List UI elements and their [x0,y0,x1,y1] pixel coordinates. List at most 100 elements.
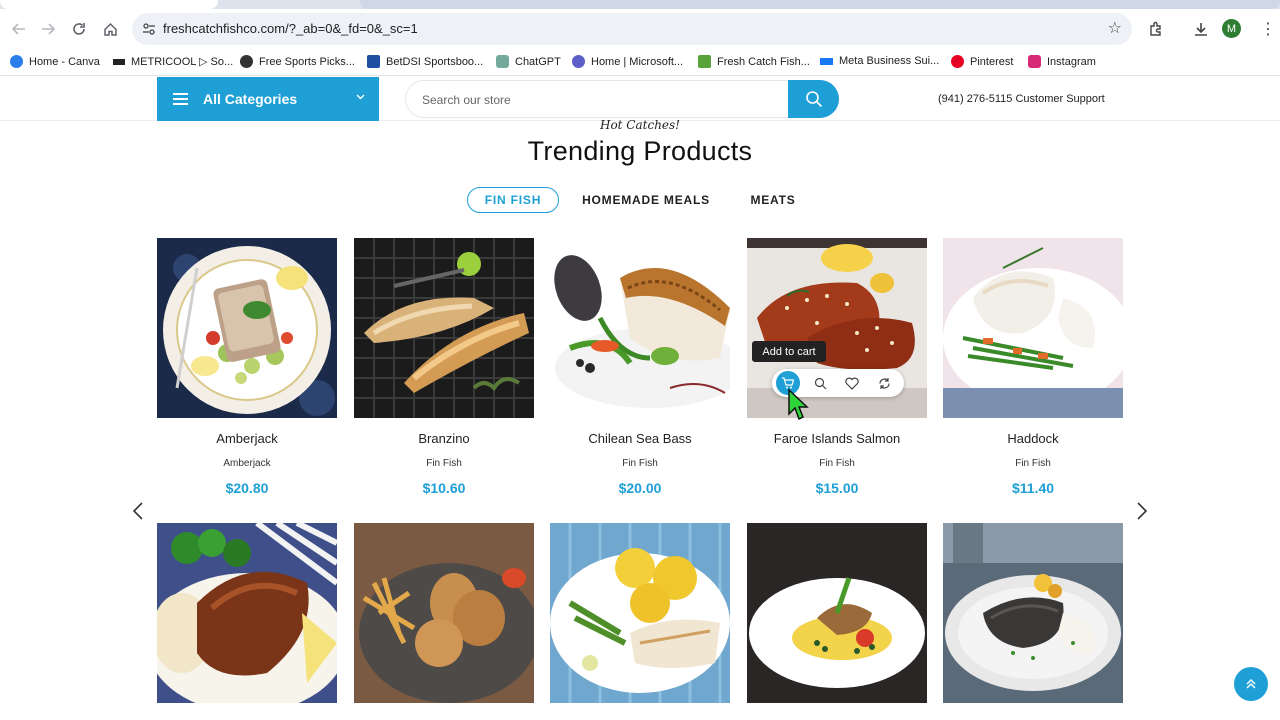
product-card[interactable] [550,523,730,720]
tab-meats[interactable]: MEATS [742,187,804,213]
url-text[interactable]: freshcatchfishco.com/?_ab=0&_fd=0&_sc=1 [163,21,418,36]
tab-fin-fish[interactable]: FIN FISH [467,187,559,213]
product-category[interactable]: Fin Fish [550,458,730,469]
mouse-cursor-icon [788,388,809,421]
address-bar[interactable]: freshcatchfishco.com/?_ab=0&_fd=0&_sc=1 … [132,13,1132,45]
double-chevron-up-icon [1246,678,1256,689]
product-price: $20.80 [225,480,269,496]
bookmark-item[interactable]: BetDSI Sportsboo... [367,55,483,68]
forward-icon[interactable] [36,17,60,41]
product-image[interactable] [354,238,534,418]
bookmark-item[interactable]: Home - Canva [10,55,100,68]
browser-tab[interactable] [360,0,1280,9]
more-menu-icon[interactable]: ⋮ [1256,17,1280,41]
all-categories-button[interactable]: All Categories [157,77,379,121]
extensions-icon[interactable] [1144,17,1168,41]
search-input[interactable] [422,90,782,110]
add-to-cart-tooltip: Add to cart [752,341,826,362]
bookmarks-bar: Home - Canva METRICOOL ▷ So... Free Spor… [0,49,1280,76]
bookmark-item[interactable]: Home | Microsoft... [572,55,683,68]
back-icon[interactable] [7,17,31,41]
heart-icon [845,377,859,390]
product-card-branzino[interactable]: Branzino Fin Fish $10.60 [354,238,534,498]
product-image[interactable] [943,238,1123,418]
site-settings-icon[interactable] [140,20,158,38]
bookmark-item[interactable]: Instagram [1028,55,1096,68]
search-icon [805,91,822,108]
bookmark-item[interactable]: METRICOOL ▷ So... [113,55,233,68]
product-price: $15.00 [815,480,859,496]
chevron-down-icon [356,91,365,103]
bookmark-item[interactable]: ChatGPT [496,55,561,68]
tab-homemade-meals[interactable]: HOMEMADE MEALS [576,187,716,213]
site-header: All Categories (941) 276-5115 Customer S… [0,77,1280,121]
bookmark-favicon-icon [820,57,833,65]
reload-icon[interactable] [67,17,91,41]
product-image[interactable] [157,523,337,703]
bookmark-favicon-icon [951,55,964,68]
wishlist-button[interactable] [840,371,864,395]
bookmark-favicon-icon [367,55,380,68]
home-icon[interactable] [98,17,122,41]
product-card[interactable] [354,523,534,720]
search-button[interactable] [788,80,839,118]
compare-button[interactable] [872,371,896,395]
quick-view-button[interactable] [808,371,832,395]
bookmark-item[interactable]: Meta Business Sui... [820,55,939,67]
product-card-chilean-sea-bass[interactable]: Chilean Sea Bass Fin Fish $20.00 [550,238,730,498]
bookmark-favicon-icon [1028,55,1041,68]
product-tabs: FIN FISH HOMEMADE MEALS MEATS [0,187,1280,213]
product-card-haddock[interactable]: Haddock Fin Fish $11.40 [943,238,1123,498]
search-box [405,80,839,118]
product-card[interactable] [157,523,337,720]
product-category[interactable]: Fin Fish [747,458,927,469]
product-card[interactable] [943,523,1123,720]
product-image[interactable] [157,238,337,418]
bookmark-star-icon[interactable]: ☆ [1108,18,1122,38]
all-categories-label: All Categories [203,91,298,107]
product-card-amberjack[interactable]: Amberjack Amberjack $20.80 [157,238,337,498]
product-price: $11.40 [1011,480,1055,496]
product-image[interactable] [943,523,1123,703]
bookmark-favicon-icon [10,55,23,68]
download-icon[interactable] [1189,17,1213,41]
scroll-to-top-button[interactable] [1234,667,1268,701]
product-name[interactable]: Chilean Sea Bass [550,431,730,446]
section-title: Trending Products [527,136,753,166]
bookmark-favicon-icon [698,55,711,68]
product-name[interactable]: Amberjack [157,431,337,446]
product-card[interactable] [747,523,927,720]
section-eyebrow: Hot Catches! [599,118,680,132]
bookmark-favicon-icon [572,55,585,68]
product-category[interactable]: Amberjack [157,458,337,469]
product-category[interactable]: Fin Fish [943,458,1123,469]
browser-tab[interactable] [0,0,218,9]
carousel-prev-button[interactable] [128,499,148,523]
carousel-next-button[interactable] [1132,499,1152,523]
chevron-right-icon [1137,502,1147,520]
bookmark-item[interactable]: Pinterest [951,55,1013,68]
product-category[interactable]: Fin Fish [354,458,534,469]
bookmark-favicon-icon [113,58,125,65]
browser-toolbar: freshcatchfishco.com/?_ab=0&_fd=0&_sc=1 … [0,9,1280,49]
search-icon [814,377,826,389]
product-name[interactable]: Haddock [943,431,1123,446]
product-image[interactable] [550,238,730,418]
bookmark-item[interactable]: Fresh Catch Fish... [698,55,810,68]
product-name[interactable]: Faroe Islands Salmon [747,431,927,446]
hamburger-icon [173,93,188,105]
product-image[interactable] [354,523,534,703]
bookmark-favicon-icon [496,55,509,68]
product-card-faroe-islands-salmon[interactable]: Faroe Islands Salmon Fin Fish $15.00 [747,238,927,498]
bookmark-item[interactable]: Free Sports Picks... [240,55,355,68]
profile-avatar[interactable]: M [1222,19,1241,38]
product-image[interactable] [550,523,730,703]
bookmark-favicon-icon [240,55,253,68]
product-price: $20.00 [618,480,662,496]
browser-tab-strip [0,0,1280,9]
refresh-icon [878,377,890,389]
customer-support-phone[interactable]: (941) 276-5115 Customer Support [938,93,1105,105]
chevron-left-icon [133,502,143,520]
product-image[interactable] [747,523,927,703]
product-name[interactable]: Branzino [354,431,534,446]
